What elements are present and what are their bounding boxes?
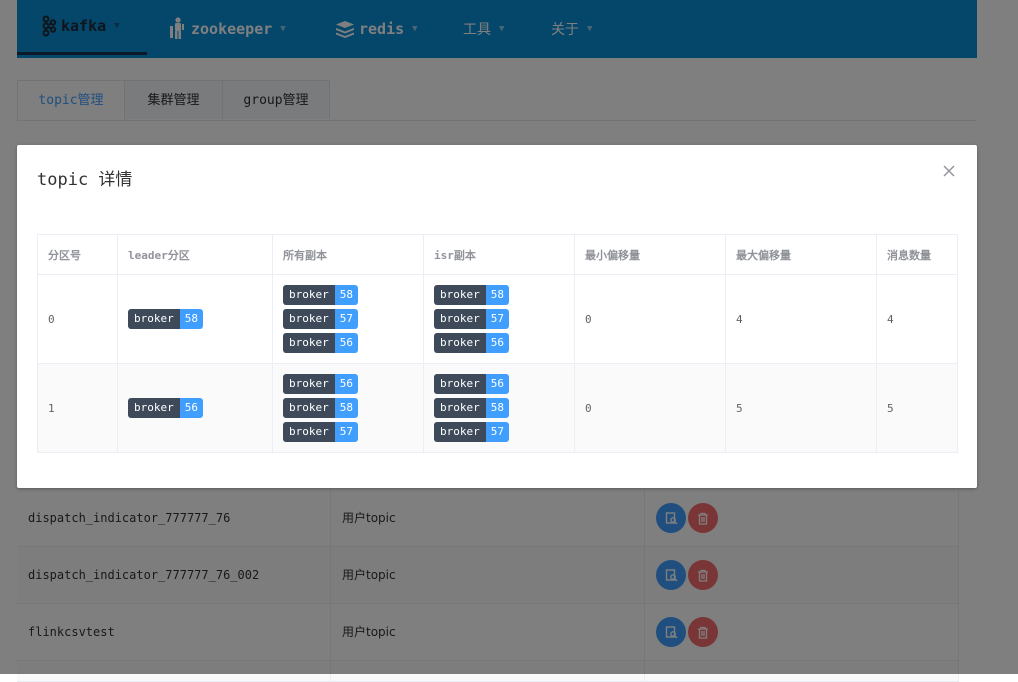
- message-count: 5: [876, 363, 958, 453]
- broker-tag: broker 57: [434, 309, 509, 329]
- column-header: 消息数量: [876, 234, 958, 275]
- broker-tag: broker 56: [128, 398, 203, 418]
- close-icon[interactable]: [941, 163, 957, 179]
- column-header: leader分区: [117, 234, 273, 275]
- partition-number: 1: [37, 363, 118, 453]
- replicas-cell: broker 56 broker 58 broker 57: [272, 363, 424, 453]
- broker-tag: broker 58: [283, 398, 358, 418]
- column-header: 分区号: [37, 234, 118, 275]
- broker-tag: broker 58: [434, 398, 509, 418]
- column-header: isr副本: [423, 234, 575, 275]
- broker-tag: broker 58: [283, 285, 358, 305]
- topic-detail-dialog: topic 详情 分区号 leader分区 所有副本 isr副本 最小偏移量 最…: [17, 145, 977, 488]
- max-offset: 4: [725, 274, 877, 364]
- column-header: 最大偏移量: [725, 234, 877, 275]
- min-offset: 0: [574, 274, 726, 364]
- dialog-title: topic 详情: [37, 170, 133, 190]
- table-header-row: 分区号 leader分区 所有副本 isr副本 最小偏移量 最大偏移量 消息数量: [37, 234, 958, 275]
- column-header: 所有副本: [272, 234, 424, 275]
- leader-cell: broker 56: [117, 363, 273, 453]
- column-header: 最小偏移量: [574, 234, 726, 275]
- broker-tag: broker 56: [434, 374, 509, 394]
- message-count: 4: [876, 274, 958, 364]
- replicas-cell: broker 58 broker 57 broker 56: [272, 274, 424, 364]
- partition-detail-table: 分区号 leader分区 所有副本 isr副本 最小偏移量 最大偏移量 消息数量…: [37, 234, 958, 453]
- broker-tag: broker 57: [283, 422, 358, 442]
- table-row: 1 broker 56 broker 56 broker 58 broker 57 br…: [37, 363, 958, 453]
- broker-tag: broker 56: [283, 333, 358, 353]
- table-row: 0 broker 58 broker 58 broker 57 broker 56 br…: [37, 274, 958, 364]
- isr-cell: broker 56 broker 58 broker 57: [423, 363, 575, 453]
- broker-tag: broker 57: [434, 422, 509, 442]
- broker-tag: broker 56: [283, 374, 358, 394]
- partition-number: 0: [37, 274, 118, 364]
- min-offset: 0: [574, 363, 726, 453]
- leader-cell: broker 58: [117, 274, 273, 364]
- broker-tag: broker 57: [283, 309, 358, 329]
- broker-tag: broker 58: [434, 285, 509, 305]
- isr-cell: broker 58 broker 57 broker 56: [423, 274, 575, 364]
- broker-tag: broker 56: [434, 333, 509, 353]
- max-offset: 5: [725, 363, 877, 453]
- broker-tag: broker 58: [128, 309, 203, 329]
